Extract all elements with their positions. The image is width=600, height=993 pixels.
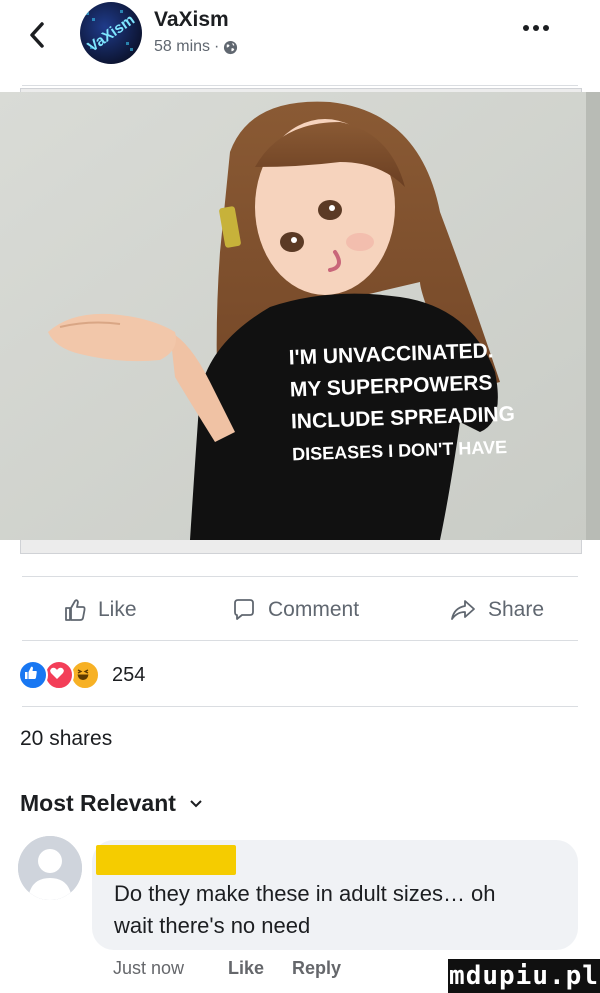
back-button[interactable] — [22, 18, 52, 52]
thumbs-up-icon — [65, 599, 86, 621]
like-reaction-icon — [18, 660, 48, 690]
comment-text-line-1: Do they make these in adult sizes… oh — [114, 881, 496, 906]
comment-timestamp[interactable]: Just now — [113, 958, 184, 979]
reactions-summary[interactable]: 254 — [18, 660, 145, 690]
comment-like-button[interactable]: Like — [228, 958, 264, 979]
post-timestamp[interactable]: 58 mins — [154, 38, 210, 56]
chevron-down-icon — [190, 799, 202, 807]
commenter-avatar[interactable] — [18, 836, 82, 900]
post-photo[interactable]: I'M UNVACCINATED. MY SUPERPOWERS INCLUDE… — [0, 92, 600, 540]
reaction-count: 254 — [112, 663, 146, 686]
sort-label: Most Relevant — [20, 790, 176, 816]
actions-divider-bottom — [22, 640, 578, 641]
comment-bubble-icon — [234, 599, 254, 620]
share-button[interactable]: Share — [450, 594, 544, 626]
watermark: mdupiu.pl — [448, 959, 600, 993]
comment-sort-dropdown[interactable]: Most Relevant — [20, 790, 202, 817]
page-name[interactable]: VaXism — [154, 8, 229, 32]
like-label: Like — [98, 598, 137, 621]
haha-reaction-icon — [70, 660, 100, 690]
share-label: Share — [488, 598, 545, 621]
share-arrow-icon — [451, 600, 475, 620]
globe-icon — [224, 40, 238, 54]
chevron-left-icon — [30, 22, 44, 48]
page-avatar[interactable]: VaXism — [80, 2, 142, 64]
love-reaction-icon — [44, 660, 74, 690]
comment-button[interactable]: Comment — [232, 594, 359, 626]
page-logo: VaXism — [80, 2, 142, 64]
redacted-commenter-name — [96, 845, 236, 875]
girl-photo-illustration: I'M UNVACCINATED. MY SUPERPOWERS INCLUDE… — [0, 92, 600, 540]
header-divider — [22, 85, 578, 86]
shares-count[interactable]: 20 shares — [20, 727, 112, 751]
actions-divider-top — [22, 576, 578, 577]
comment-label: Comment — [268, 598, 360, 621]
post-meta: 58 mins · — [154, 38, 238, 56]
meta-separator: · — [214, 38, 220, 55]
more-options-button[interactable] — [518, 18, 558, 38]
default-user-icon — [18, 836, 82, 900]
reactions-divider — [22, 706, 578, 707]
comment-text-line-2: wait there's no need — [114, 913, 311, 938]
comment-reply-button[interactable]: Reply — [292, 958, 341, 979]
more-dots-icon — [523, 25, 549, 31]
like-button[interactable]: Like — [64, 594, 137, 626]
